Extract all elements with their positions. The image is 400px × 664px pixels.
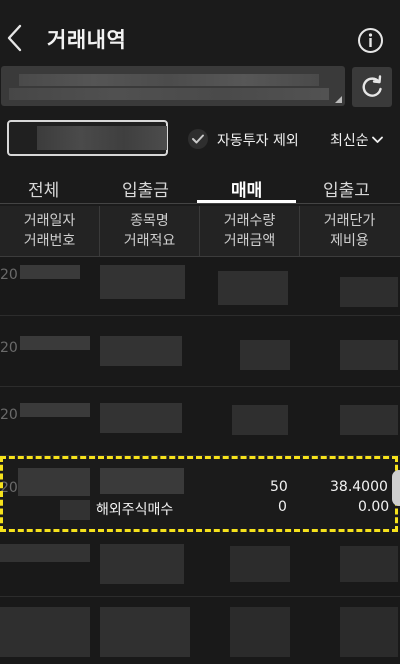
date-range-selector[interactable]	[7, 120, 168, 156]
row-date-prefix: 20	[0, 267, 18, 283]
tab-trading[interactable]: 매매	[231, 176, 262, 201]
obscured-cell	[340, 546, 398, 582]
obscured-cell	[240, 340, 290, 370]
table-header: 거래일자 거래번호 종목명 거래적요 거래수량 거래금액 거래단가 제비용	[0, 206, 400, 257]
column-header-price: 거래단가 제비용	[300, 206, 399, 256]
page-title: 거래내역	[47, 28, 127, 52]
scroll-handle[interactable]	[392, 470, 400, 506]
refresh-button[interactable]	[352, 67, 392, 107]
table-row[interactable]: 20	[0, 316, 400, 387]
table-row[interactable]	[0, 597, 400, 664]
obscured-cell	[340, 277, 398, 307]
obscured-cell	[100, 403, 182, 433]
obscured-cell	[0, 607, 90, 657]
column-header-name-line2: 거래적요	[123, 233, 176, 249]
exclude-auto-invest-toggle[interactable]: 자동투자 제외	[217, 130, 299, 150]
tab-deposit-withdrawal[interactable]: 입출금	[122, 176, 169, 201]
row-date-prefix: 20	[0, 340, 18, 356]
column-header-quantity-line1: 거래수량	[223, 213, 276, 229]
obscured-cell	[232, 405, 288, 435]
column-header-quantity: 거래수량 거래금액	[200, 206, 299, 256]
obscured-account-info	[19, 74, 319, 86]
obscured-cell	[218, 271, 288, 305]
obscured-cell	[100, 265, 185, 299]
chevron-down-icon	[371, 136, 383, 143]
table-row[interactable]: 20	[0, 387, 400, 456]
obscured-cell	[340, 607, 398, 657]
active-tab-indicator	[197, 200, 296, 203]
obscured-cell	[230, 546, 290, 582]
column-header-name-line1: 종목명	[130, 213, 169, 229]
obscured-date-range	[37, 126, 167, 150]
obscured-cell	[340, 340, 398, 370]
column-header-date: 거래일자 거래번호	[0, 206, 99, 256]
back-arrow-icon[interactable]	[4, 22, 26, 56]
refresh-icon	[362, 75, 382, 97]
obscured-cell	[230, 607, 290, 657]
sort-label: 최신순	[330, 133, 369, 149]
obscured-cell	[20, 336, 90, 350]
info-icon[interactable]	[357, 27, 384, 54]
tab-all[interactable]: 전체	[28, 176, 59, 201]
column-header-quantity-line2: 거래금액	[223, 233, 276, 249]
app-header: 거래내역	[0, 0, 400, 62]
column-header-price-line2: 제비용	[330, 233, 369, 249]
obscured-cell	[100, 336, 182, 366]
obscured-cell	[100, 544, 184, 584]
check-circle-icon[interactable]	[187, 128, 209, 150]
column-header-price-line1: 거래단가	[323, 213, 376, 229]
table-row[interactable]: 20	[0, 257, 400, 316]
column-header-date-line1: 거래일자	[23, 213, 76, 229]
obscured-cell	[0, 544, 90, 562]
table-row[interactable]	[0, 536, 400, 597]
sort-dropdown[interactable]: 최신순	[330, 130, 383, 150]
obscured-cell	[340, 405, 398, 435]
obscured-cell	[100, 607, 190, 657]
dropdown-corner-icon	[335, 96, 342, 103]
row-date-prefix: 20	[0, 407, 18, 423]
tab-divider	[0, 203, 400, 204]
obscured-cell	[20, 265, 80, 279]
highlight-annotation	[0, 456, 398, 532]
obscured-account-number	[9, 88, 329, 100]
tab-securities-transfer[interactable]: 입출고	[323, 176, 370, 201]
obscured-cell	[20, 403, 90, 417]
column-header-name: 종목명 거래적요	[100, 206, 199, 256]
column-header-date-line2: 거래번호	[23, 233, 76, 249]
account-selector[interactable]	[1, 66, 345, 106]
